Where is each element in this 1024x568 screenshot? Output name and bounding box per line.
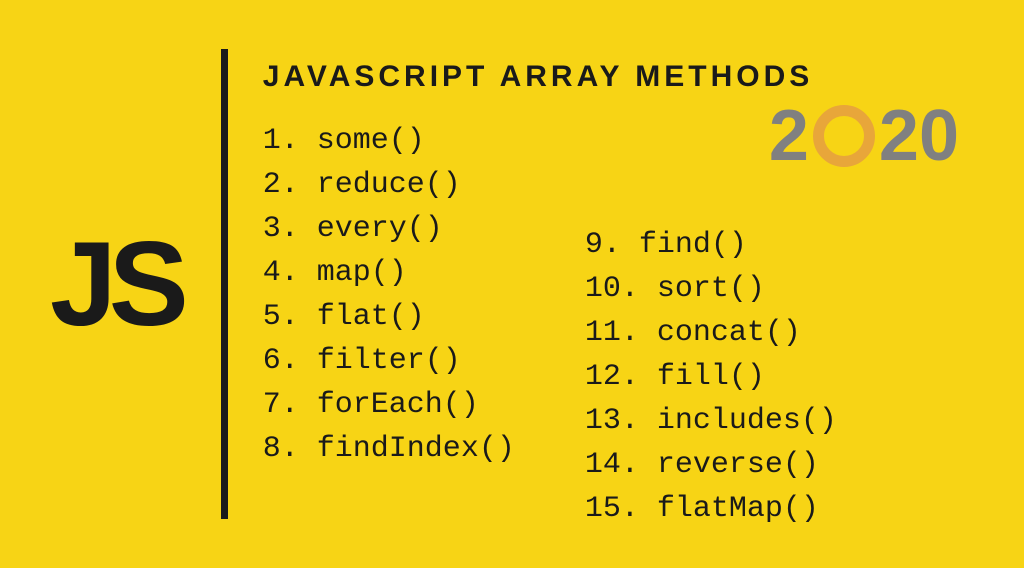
js-logo: JS: [50, 215, 181, 353]
year-digit-3: 0: [919, 100, 959, 172]
method-item: 7. forEach(): [263, 388, 515, 422]
methods-column-left: 1. some() 2. reduce() 3. every() 4. map(…: [263, 124, 515, 526]
method-item: 13. includes(): [585, 404, 837, 438]
year-circle-icon: [813, 105, 875, 167]
method-item: 3. every(): [263, 212, 515, 246]
method-item: 10. sort(): [585, 272, 837, 306]
method-item: 9. find(): [585, 228, 837, 262]
method-item: 6. filter(): [263, 344, 515, 378]
method-item: 11. concat(): [585, 316, 837, 350]
methods-column-right: 9. find() 10. sort() 11. concat() 12. fi…: [585, 124, 837, 526]
method-item: 14. reverse(): [585, 448, 837, 482]
method-item: 12. fill(): [585, 360, 837, 394]
year-digit-1: 2: [769, 100, 809, 172]
vertical-divider: [221, 49, 228, 519]
content-area: JAVASCRIPT ARRAY METHODS 2 2 0 1. some()…: [263, 40, 974, 528]
year-badge: 2 2 0: [769, 100, 959, 172]
methods-columns: 1. some() 2. reduce() 3. every() 4. map(…: [263, 124, 974, 526]
method-item: 5. flat(): [263, 300, 515, 334]
method-item: 2. reduce(): [263, 168, 515, 202]
method-item: 15. flatMap(): [585, 492, 837, 526]
method-item: 4. map(): [263, 256, 515, 290]
year-digit-2: 2: [879, 100, 919, 172]
method-item: 8. findIndex(): [263, 432, 515, 466]
left-section: JS: [50, 40, 263, 528]
method-item: 1. some(): [263, 124, 515, 158]
page-title: JAVASCRIPT ARRAY METHODS: [263, 60, 974, 94]
